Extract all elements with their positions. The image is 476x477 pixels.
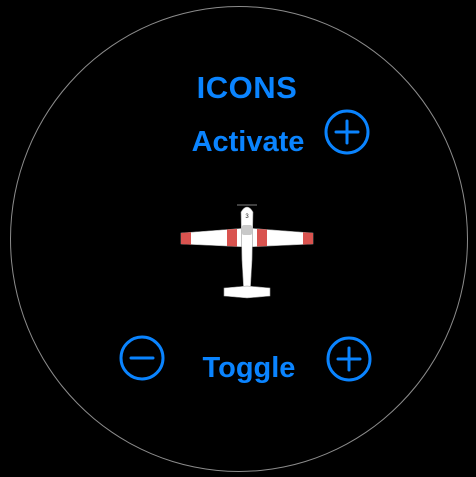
toggle-plus-button[interactable] [324, 334, 374, 384]
airplane-icon: 3 [177, 200, 317, 305]
plus-circle-icon [326, 336, 372, 382]
toggle-label: Toggle [202, 352, 296, 384]
page-title: ICONS [196, 70, 298, 105]
minus-circle-icon [119, 335, 165, 381]
plus-circle-icon [324, 109, 370, 155]
activate-plus-button[interactable] [322, 107, 372, 157]
activate-label: Activate [191, 126, 305, 158]
toggle-minus-button[interactable] [117, 333, 167, 383]
